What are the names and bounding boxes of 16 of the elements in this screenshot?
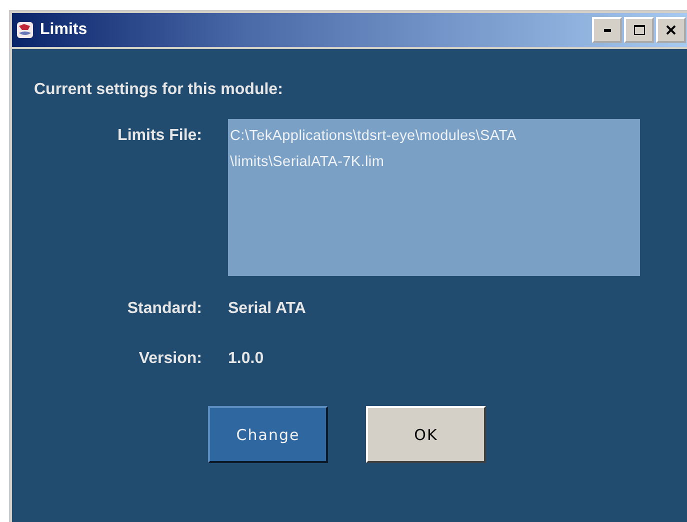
close-button[interactable] [656,17,686,43]
minimize-button[interactable] [592,17,622,43]
field-value: Serial ATA [228,300,306,318]
field-value: 1.0.0 [228,350,264,368]
maximize-button[interactable] [624,17,654,43]
ok-button[interactable]: OK [366,406,486,463]
field-label: Standard: [126,300,203,318]
section-heading: Current settings for this module: [34,81,284,99]
field-label: Limits File: [116,126,203,146]
change-button[interactable]: Change [208,406,328,463]
field-label: Version: [138,350,203,368]
window-title: Limits [40,21,88,39]
maximize-icon [634,25,644,35]
minimize-icon [604,28,610,32]
close-icon [666,25,676,35]
app-logo-icon [16,21,34,39]
